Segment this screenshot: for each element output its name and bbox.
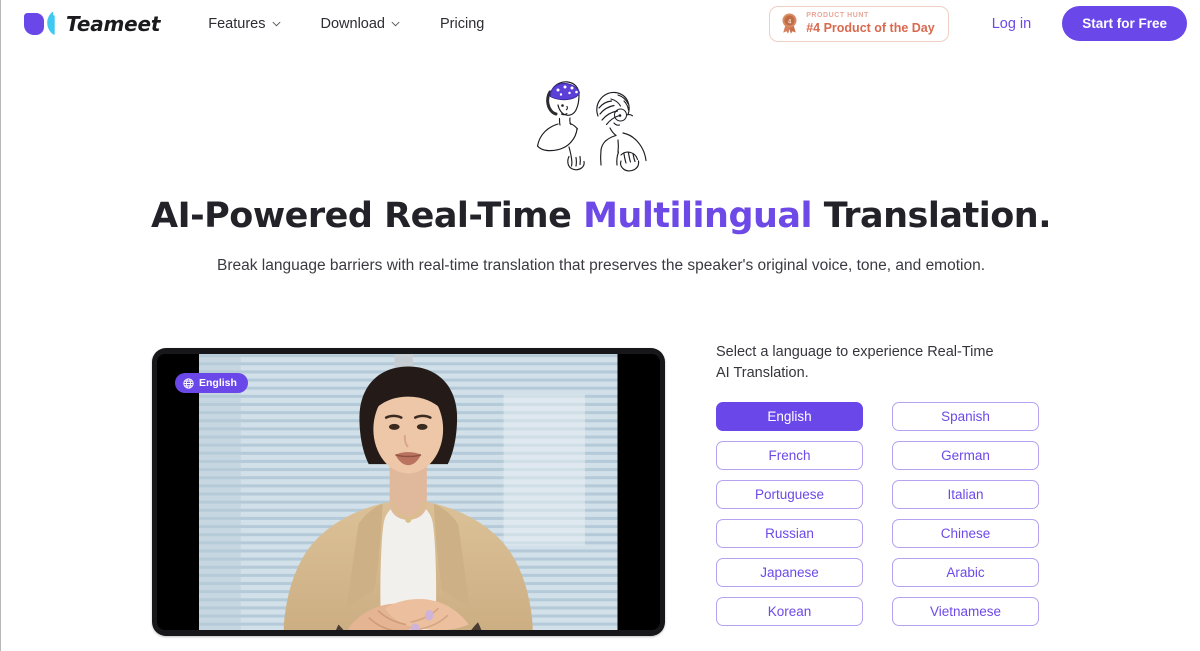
product-hunt-text: PRODUCT HUNT #4 Product of the Day (806, 12, 935, 35)
chevron-down-icon (391, 21, 400, 27)
medal-icon: 4 (782, 13, 797, 35)
language-button-german[interactable]: German (892, 441, 1039, 471)
header-actions: 4 PRODUCT HUNT #4 Product of the Day Log… (769, 6, 1200, 42)
site-header: Teameet Features Download Pricing 4 PROD… (1, 0, 1200, 48)
video-content (199, 354, 618, 630)
language-button-japanese[interactable]: Japanese (716, 558, 863, 588)
product-hunt-title: #4 Product of the Day (806, 21, 935, 36)
nav-item-download[interactable]: Download (321, 16, 401, 32)
language-button-arabic[interactable]: Arabic (892, 558, 1039, 588)
language-button-italian[interactable]: Italian (892, 480, 1039, 510)
language-selector-label: Select a language to experience Real-Tim… (716, 344, 994, 382)
video-frame-image (199, 354, 618, 630)
globe-icon (183, 377, 194, 389)
product-hunt-badge[interactable]: 4 PRODUCT HUNT #4 Product of the Day (769, 6, 949, 42)
nav-item-features[interactable]: Features (208, 16, 280, 32)
language-button-portuguese[interactable]: Portuguese (716, 480, 863, 510)
nav-item-label: Features (208, 16, 266, 32)
brand-name: Teameet (66, 12, 161, 36)
chevron-down-icon (272, 21, 280, 27)
headline-part2: Translation. (812, 196, 1052, 236)
headline-accent: Multilingual (583, 196, 813, 236)
two-people-talking-illustration (536, 81, 647, 172)
video-player[interactable]: English (152, 348, 665, 636)
brand-logo[interactable]: Teameet (22, 12, 160, 36)
start-for-free-button[interactable]: Start for Free (1062, 6, 1187, 42)
video-language-label: English (199, 377, 237, 389)
language-button-spanish[interactable]: Spanish (892, 402, 1039, 432)
language-button-french[interactable]: French (716, 441, 863, 471)
language-button-chinese[interactable]: Chinese (892, 519, 1039, 549)
language-selector: Select a language to experience Real-Tim… (716, 342, 1046, 627)
language-button-english[interactable]: English (716, 402, 863, 432)
nav-item-pricing[interactable]: Pricing (440, 16, 484, 32)
page-title: AI-Powered Real-Time Multilingual Transl… (1, 196, 1200, 236)
language-button-grid: English Spanish French German Portuguese… (716, 402, 1046, 627)
language-button-vietnamese[interactable]: Vietnamese (892, 597, 1039, 627)
nav-item-label: Download (320, 16, 386, 32)
video-screen: English (157, 354, 660, 630)
video-language-badge[interactable]: English (175, 373, 248, 393)
nav-item-label: Pricing (440, 16, 485, 32)
login-link[interactable]: Log in (992, 16, 1032, 32)
teameet-logo-icon (24, 12, 55, 35)
headline-part1: AI-Powered Real-Time (150, 196, 584, 236)
product-hunt-kicker: PRODUCT HUNT (806, 12, 869, 20)
page-subtitle: Break language barriers with real-time t… (216, 257, 986, 274)
language-button-russian[interactable]: Russian (716, 519, 863, 549)
language-button-korean[interactable]: Korean (716, 597, 863, 627)
main-navigation: Features Download Pricing (208, 16, 484, 32)
